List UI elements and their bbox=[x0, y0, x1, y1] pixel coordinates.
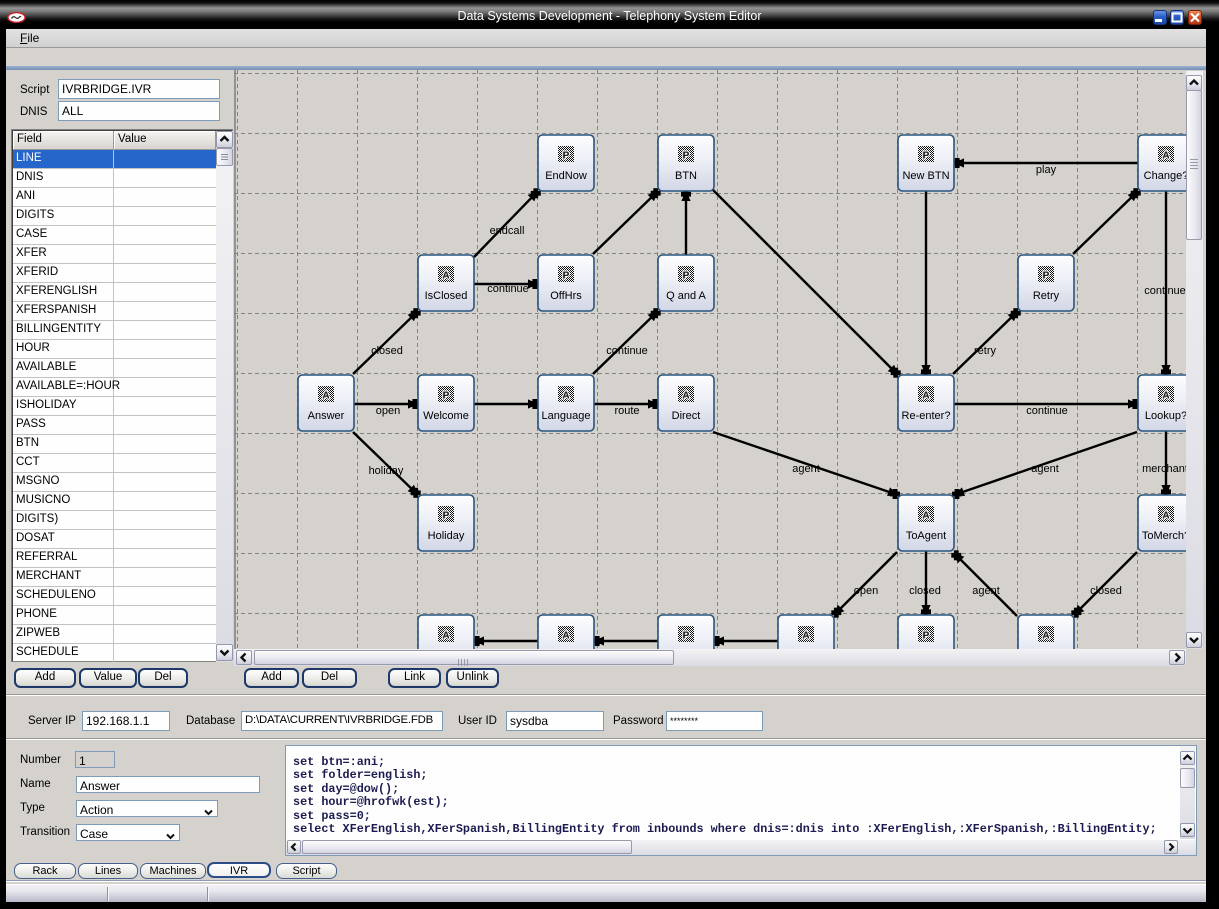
svg-text:Re-enter?: Re-enter? bbox=[902, 410, 951, 422]
svg-text:A: A bbox=[1042, 631, 1049, 642]
svg-text:P: P bbox=[923, 631, 930, 642]
svg-text:EndNow: EndNow bbox=[545, 170, 587, 182]
svg-text:P: P bbox=[443, 391, 450, 402]
svg-text:New BTN: New BTN bbox=[902, 170, 949, 182]
svg-text:merchant: merchant bbox=[1142, 463, 1186, 475]
svg-text:P: P bbox=[683, 631, 690, 642]
svg-text:A: A bbox=[922, 391, 929, 402]
svg-text:ToAgent: ToAgent bbox=[906, 530, 946, 542]
svg-text:P: P bbox=[683, 151, 690, 162]
svg-text:Holiday: Holiday bbox=[428, 530, 465, 542]
svg-text:Q and A: Q and A bbox=[666, 290, 706, 302]
svg-text:Answer: Answer bbox=[308, 410, 345, 422]
svg-text:ToMerch?: ToMerch? bbox=[1142, 530, 1186, 542]
svg-text:P: P bbox=[563, 151, 570, 162]
svg-text:P: P bbox=[443, 511, 450, 522]
svg-text:A: A bbox=[922, 511, 929, 522]
svg-text:Language: Language bbox=[542, 410, 591, 422]
svg-text:P: P bbox=[923, 151, 930, 162]
svg-text:Lookup?: Lookup? bbox=[1145, 410, 1186, 422]
svg-text:Retry: Retry bbox=[1033, 290, 1060, 302]
svg-text:OffHrs: OffHrs bbox=[550, 290, 582, 302]
svg-text:BTN: BTN bbox=[675, 170, 697, 182]
svg-text:A: A bbox=[562, 631, 569, 642]
svg-text:A: A bbox=[1162, 151, 1169, 162]
svg-text:IsClosed: IsClosed bbox=[425, 290, 468, 302]
svg-text:A: A bbox=[1162, 511, 1169, 522]
svg-text:P: P bbox=[1043, 271, 1050, 282]
svg-text:A: A bbox=[682, 391, 689, 402]
svg-text:A: A bbox=[322, 391, 329, 402]
svg-text:P: P bbox=[563, 271, 570, 282]
svg-text:A: A bbox=[442, 631, 449, 642]
svg-text:open: open bbox=[376, 405, 400, 417]
svg-text:A: A bbox=[1162, 391, 1169, 402]
svg-text:play: play bbox=[1036, 164, 1057, 176]
svg-text:Change?: Change? bbox=[1144, 170, 1186, 182]
svg-text:P: P bbox=[683, 271, 690, 282]
svg-text:A: A bbox=[562, 391, 569, 402]
svg-text:route: route bbox=[614, 405, 639, 417]
svg-text:A: A bbox=[442, 271, 449, 282]
svg-text:A: A bbox=[802, 631, 809, 642]
svg-text:continue: continue bbox=[1026, 405, 1068, 417]
svg-text:Direct: Direct bbox=[672, 410, 701, 422]
svg-text:Welcome: Welcome bbox=[423, 410, 469, 422]
